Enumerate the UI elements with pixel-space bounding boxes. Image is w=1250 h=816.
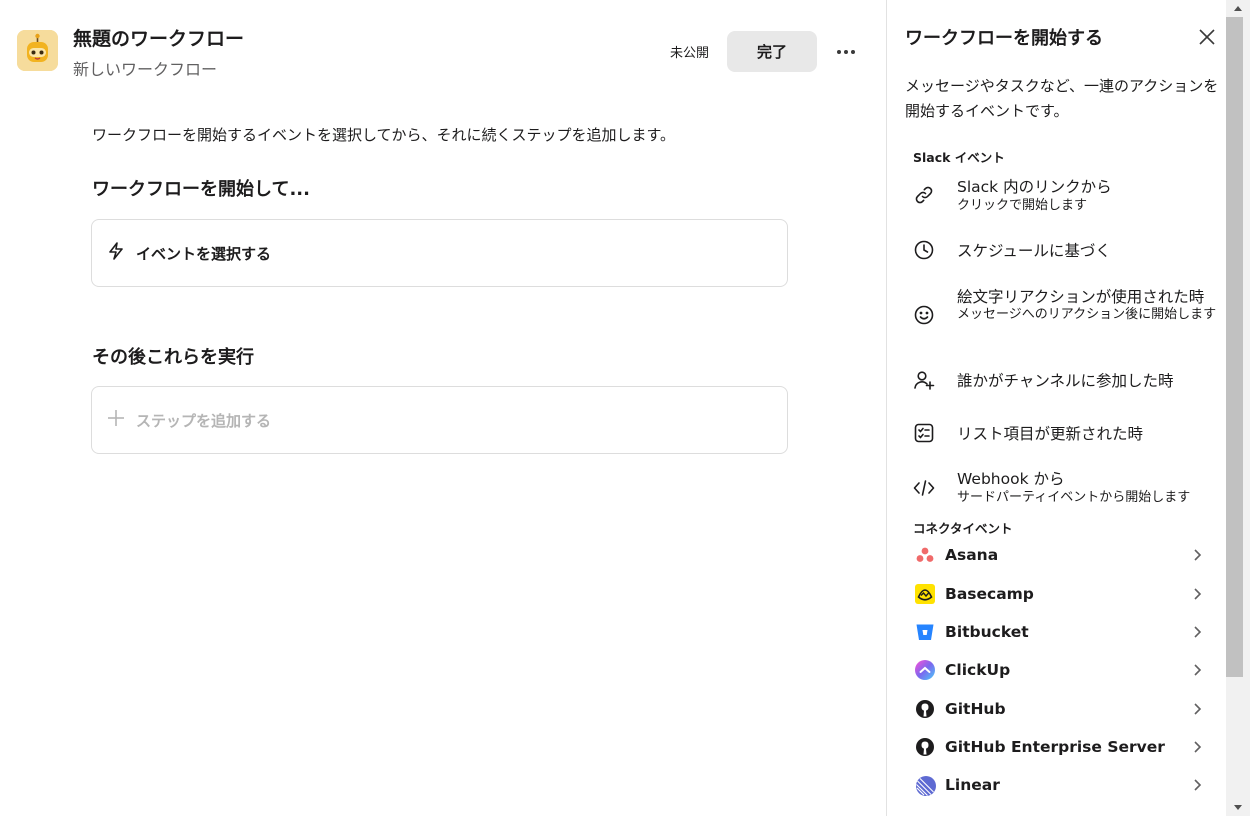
event-webhook[interactable]: Webhook から サードパーティイベントから開始します [913,466,1225,510]
chevron-right-icon [1192,777,1204,793]
bot-avatar-icon [17,30,58,71]
event-emoji-reaction[interactable]: 絵文字リアクションが使用された時 メッセージへのリアクション後に開始します [913,284,1225,346]
done-button[interactable]: 完了 [727,31,817,72]
workflow-subtitle: 新しいワークフロー [73,60,218,79]
event-subtitle: クリックで開始します [957,198,1088,213]
connector-clickup[interactable]: ClickUp [913,656,1209,686]
connector-bitbucket[interactable]: Bitbucket [913,618,1209,648]
github-icon [915,699,935,719]
publish-status: 未公開 [670,46,710,61]
event-title: スケジュールに基づく [957,242,1111,260]
linear-icon [915,775,936,796]
select-event-card[interactable]: イベントを選択する [91,219,788,287]
connector-github-enterprise[interactable]: GitHub Enterprise Server [913,733,1209,763]
workflow-title[interactable]: 無題のワークフロー [73,24,244,51]
start-workflow-panel: ワークフローを開始する メッセージやタスクなど、一連のアクションを開始するイベン… [886,0,1250,816]
connector-basecamp[interactable]: Basecamp [913,580,1209,610]
connector-name: GitHub [945,700,1006,718]
connector-name: GitHub Enterprise Server [945,738,1165,756]
event-title: Webhook から [957,470,1065,488]
workflow-editor: 無題のワークフロー 新しいワークフロー 未公開 完了 ワークフローを開始するイベ… [0,0,886,816]
then-section-title: その後これらを実行 [92,347,254,368]
code-icon [913,477,935,499]
lightning-icon [106,241,126,265]
more-options-icon[interactable] [830,36,862,68]
panel-description: メッセージやタスクなど、一連のアクションを開始するイベントです。 [905,77,1219,120]
event-title: Slack 内のリンクから [957,178,1112,196]
user-plus-icon [913,369,935,391]
close-icon[interactable] [1195,25,1219,49]
connector-name: Linear [945,776,1000,794]
clickup-icon [915,660,935,680]
event-list-update[interactable]: リスト項目が更新された時 [913,420,1225,448]
chevron-right-icon [1192,739,1204,755]
smile-icon [913,304,935,326]
scroll-down-icon[interactable] [1234,805,1242,810]
chevron-right-icon [1192,701,1204,717]
connector-name: ClickUp [945,661,1011,679]
connector-name: Basecamp [945,585,1034,603]
event-subtitle: メッセージへのリアクション後に開始します [957,307,1217,322]
event-channel-join[interactable]: 誰かがチャンネルに参加した時 [913,367,1225,395]
add-step-label: ステップを追加する [136,411,272,430]
connector-asana[interactable]: Asana [913,541,1209,571]
panel-scrollbar[interactable] [1226,0,1250,816]
scroll-up-icon[interactable] [1234,6,1242,11]
chevron-right-icon [1192,662,1204,678]
event-link-click[interactable]: Slack 内のリンクから クリックで開始します [913,174,1225,218]
github-icon [915,737,935,757]
slack-events-heading: Slack イベント [913,150,1005,165]
connector-linear[interactable]: Linear [913,771,1209,801]
plus-icon [106,408,126,432]
scrollbar-thumb[interactable] [1226,17,1243,677]
chevron-right-icon [1192,624,1204,640]
event-title: リスト項目が更新された時 [957,425,1144,443]
connector-name: Bitbucket [945,623,1029,641]
chevron-right-icon [1192,586,1204,602]
list-check-icon [913,422,935,444]
link-icon [913,184,935,206]
event-schedule[interactable]: スケジュールに基づく [913,237,1225,265]
editor-intro: ワークフローを開始するイベントを選択してから、それに続くステップを追加します。 [92,126,676,144]
add-step-card[interactable]: ステップを追加する [91,386,788,454]
bitbucket-icon [915,622,935,642]
asana-icon [915,545,935,565]
chevron-right-icon [1192,547,1204,563]
clock-icon [913,239,935,261]
basecamp-icon [915,584,935,604]
connector-events-heading: コネクタイベント [913,521,1013,536]
event-subtitle: サードパーティイベントから開始します [957,490,1191,505]
event-title: 誰かがチャンネルに参加した時 [957,372,1174,390]
connector-github[interactable]: GitHub [913,695,1209,725]
connector-name: Asana [945,546,999,564]
workflow-builder: 無題のワークフロー 新しいワークフロー 未公開 完了 ワークフローを開始するイベ… [0,0,1250,816]
start-section-title: ワークフローを開始して... [92,179,310,200]
panel-title: ワークフローを開始する [905,28,1103,49]
select-event-label: イベントを選択する [136,244,272,263]
event-title: 絵文字リアクションが使用された時 [957,288,1205,306]
